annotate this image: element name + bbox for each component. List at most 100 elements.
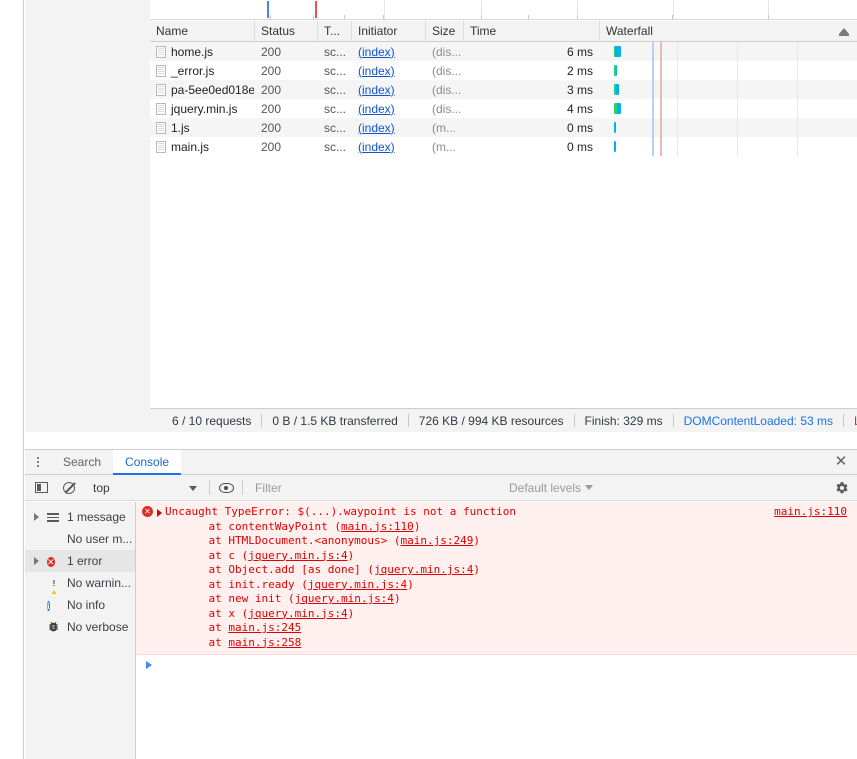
waterfall-bar[interactable] xyxy=(613,65,617,76)
initiator-link[interactable]: (index) xyxy=(358,45,395,59)
cell-initiator[interactable]: (index) xyxy=(352,61,426,80)
cell-name: 1.js xyxy=(150,118,255,137)
stack-frame-text: at xyxy=(182,621,229,634)
table-row[interactable]: main.js 200 sc... (index) (m... 0 ms xyxy=(150,137,857,156)
column-header-status[interactable]: Status xyxy=(255,21,318,41)
error-stack-trace: at contentWayPoint (main.js:110) at HTML… xyxy=(136,520,857,651)
sidebar-toggle-icon[interactable] xyxy=(29,477,53,499)
console-message-list[interactable]: ✕ Uncaught TypeError: $(...).waypoint is… xyxy=(136,502,857,759)
gear-icon[interactable] xyxy=(835,481,849,495)
drawer-more-options-icon[interactable] xyxy=(25,450,51,475)
console-sidebar-item-info[interactable]: i No info xyxy=(25,594,135,616)
column-header-label: Waterfall xyxy=(606,24,653,38)
stack-frame-link[interactable]: main.js:110 xyxy=(341,520,414,533)
stack-frame-link[interactable]: jquery.min.js:4 xyxy=(248,549,347,562)
log-levels-value: Default levels xyxy=(509,480,582,495)
waterfall-bar[interactable] xyxy=(613,84,619,95)
console-sidebar[interactable]: 1 message No user m... ✕ 1 error No warnin..… xyxy=(25,502,136,759)
column-header-label: T... xyxy=(324,24,341,38)
expand-triangle-icon[interactable] xyxy=(33,557,41,565)
script-file-icon xyxy=(156,64,166,77)
table-row[interactable]: pa-5ee0ed018e... 200 sc... (index) (dis... 3 … xyxy=(150,80,857,99)
request-name: _error.js xyxy=(171,63,215,78)
error-header[interactable]: ✕ Uncaught TypeError: $(...).waypoint is… xyxy=(136,505,857,520)
column-header-size[interactable]: Size xyxy=(426,21,464,41)
table-row[interactable]: 1.js 200 sc... (index) (m... 0 ms xyxy=(150,118,857,137)
table-row[interactable]: home.js 200 sc... (index) (dis... 6 ms xyxy=(150,42,857,61)
ruler-tick xyxy=(672,15,674,19)
expand-triangle-icon[interactable] xyxy=(33,513,41,521)
cell-initiator[interactable]: (index) xyxy=(352,137,426,156)
console-sidebar-item-user[interactable]: No user m... xyxy=(25,528,135,550)
stack-frame-link[interactable]: jquery.min.js:4 xyxy=(248,607,347,620)
status-transferred: 0 B / 1.5 KB transferred xyxy=(272,413,398,428)
initiator-link[interactable]: (index) xyxy=(358,140,395,154)
waterfall-bar[interactable] xyxy=(614,141,617,152)
cell-initiator[interactable]: (index) xyxy=(352,80,426,99)
ruler-tick xyxy=(344,15,346,19)
clear-console-icon[interactable] xyxy=(57,477,81,499)
console-sidebar-item-label: No warnin... xyxy=(67,576,132,590)
tab-search[interactable]: Search xyxy=(51,450,113,475)
stack-frame-link[interactable]: jquery.min.js:4 xyxy=(374,563,473,576)
cell-size: (dis... xyxy=(432,63,462,78)
cell-type: sc... xyxy=(324,63,347,78)
stack-frame-link[interactable]: main.js:258 xyxy=(228,636,301,649)
cell-initiator[interactable]: (index) xyxy=(352,99,426,118)
console-error-entry[interactable]: ✕ Uncaught TypeError: $(...).waypoint is… xyxy=(136,502,857,655)
error-message: Uncaught TypeError: $(...).waypoint is n… xyxy=(165,505,516,518)
waterfall-gridline xyxy=(797,61,799,80)
column-header-time[interactable]: Time xyxy=(464,21,600,41)
column-header-name[interactable]: Name xyxy=(150,21,255,41)
column-header-initiator[interactable]: Initiator xyxy=(352,21,426,41)
console-prompt[interactable] xyxy=(136,655,857,675)
column-header-waterfall[interactable]: Waterfall xyxy=(600,21,857,41)
console-sidebar-item-error[interactable]: ✕ 1 error xyxy=(25,550,135,572)
cell-initiator[interactable]: (index) xyxy=(352,42,426,61)
initiator-link[interactable]: (index) xyxy=(358,83,395,97)
waterfall-gridline xyxy=(797,42,799,61)
live-expression-icon[interactable] xyxy=(214,477,238,499)
cell-type: sc... xyxy=(324,82,347,97)
cell-time: 0 ms xyxy=(566,120,593,135)
initiator-link[interactable]: (index) xyxy=(358,121,395,135)
waterfall-bar[interactable] xyxy=(613,103,621,114)
network-overview-timeline[interactable] xyxy=(150,0,857,20)
cell-size: (m... xyxy=(432,120,456,135)
table-row[interactable]: _error.js 200 sc... (index) (dis... 2 ms xyxy=(150,61,857,80)
waterfall-gridline xyxy=(736,80,738,99)
toolbar-separator xyxy=(242,480,243,495)
initiator-link[interactable]: (index) xyxy=(358,64,395,78)
waterfall-event-line-blue xyxy=(651,80,654,99)
filter-input[interactable] xyxy=(247,477,497,498)
waterfall-bar[interactable] xyxy=(614,122,617,133)
stack-frame-link[interactable]: main.js:245 xyxy=(228,621,301,634)
sort-ascending-icon[interactable] xyxy=(839,28,849,36)
log-levels-select[interactable]: Default levels xyxy=(501,477,601,499)
cell-waterfall xyxy=(600,99,857,118)
tab-console[interactable]: Console xyxy=(113,449,182,475)
console-sidebar-item-warning[interactable]: No warnin... xyxy=(25,572,135,594)
stack-frame-link[interactable]: main.js:249 xyxy=(401,534,474,547)
stack-frame-link[interactable]: jquery.min.js:4 xyxy=(295,592,394,605)
console-sidebar-item-list[interactable]: 1 message xyxy=(25,506,135,528)
waterfall-segment-cyan xyxy=(616,103,621,114)
initiator-link[interactable]: (index) xyxy=(358,102,395,116)
waterfall-gridline xyxy=(797,80,799,99)
cell-initiator[interactable]: (index) xyxy=(352,118,426,137)
waterfall-bar[interactable] xyxy=(613,46,621,57)
expand-triangle-icon[interactable] xyxy=(157,509,162,517)
table-row[interactable]: jquery.min.js 200 sc... (index) (dis... 4 ms xyxy=(150,99,857,118)
stack-frame: at x (jquery.min.js:4) xyxy=(182,607,857,622)
stack-frame-text: at new init ( xyxy=(182,592,295,605)
stack-frame-link[interactable]: jquery.min.js:4 xyxy=(308,578,407,591)
execution-context-select[interactable]: top xyxy=(85,477,205,499)
column-header-type[interactable]: T... xyxy=(318,21,352,41)
console-sidebar-item-verbose[interactable]: No verbose xyxy=(25,616,135,638)
cell-status: 200 xyxy=(261,63,282,78)
waterfall-gridline xyxy=(797,99,799,118)
requests-table-body[interactable]: home.js 200 sc... (index) (dis... 6 ms _error.… xyxy=(150,42,857,408)
error-source-link[interactable]: main.js:110 xyxy=(774,505,847,520)
close-icon[interactable]: ✕ xyxy=(833,454,849,470)
